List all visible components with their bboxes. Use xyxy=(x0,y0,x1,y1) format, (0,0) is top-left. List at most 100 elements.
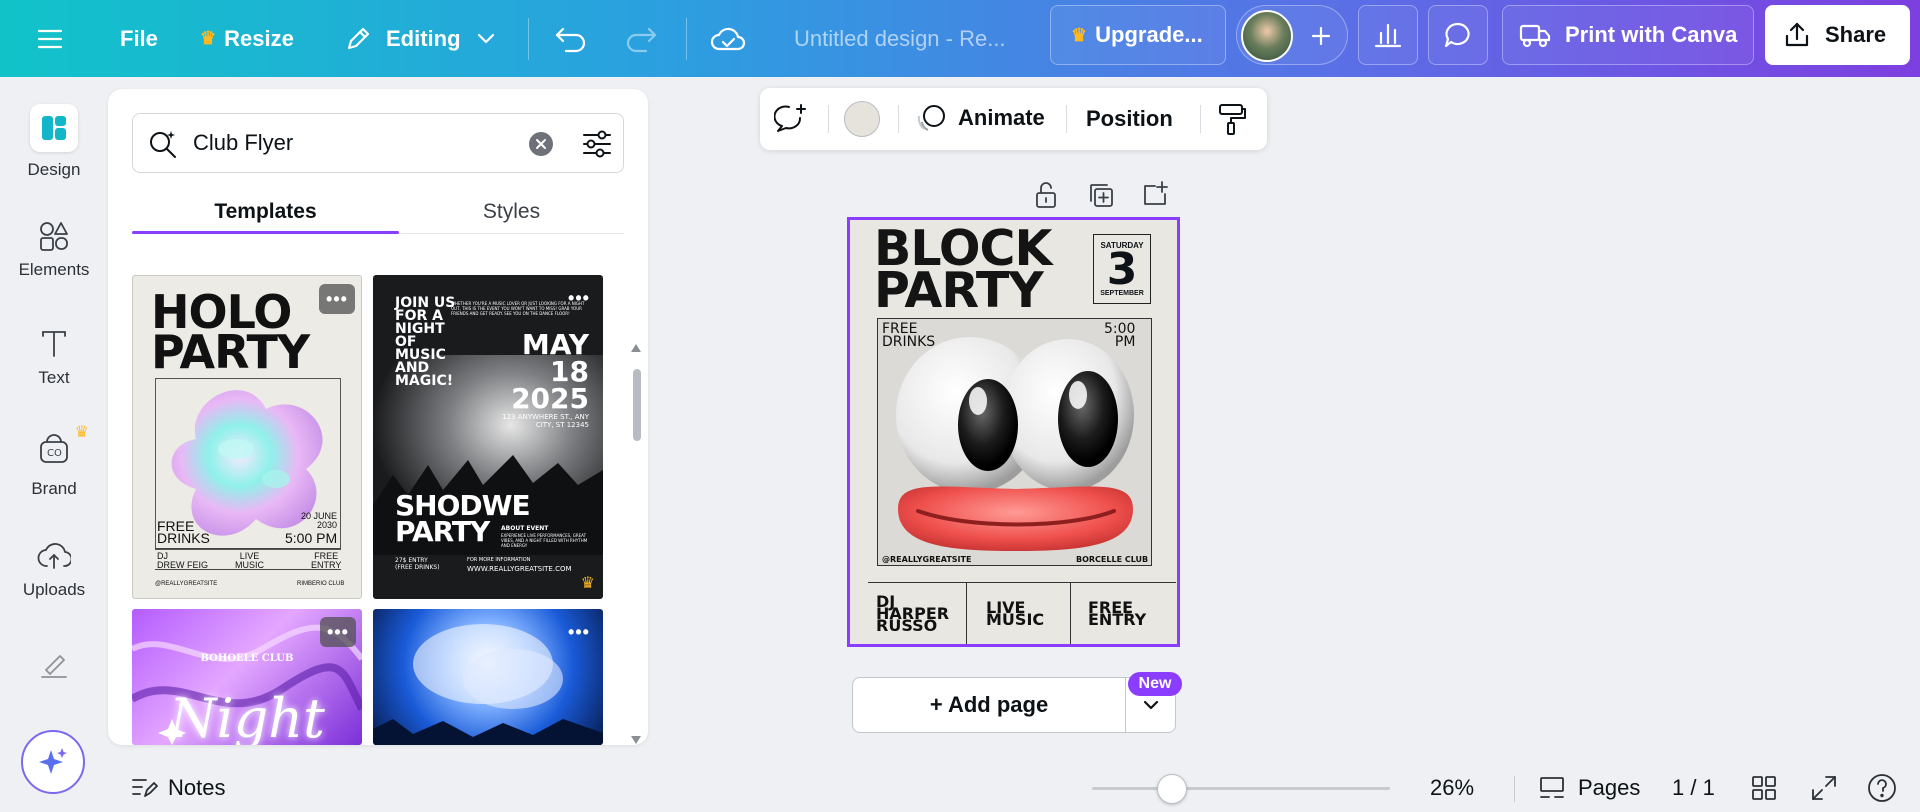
shapes-icon xyxy=(40,222,68,251)
duplicate-page-button[interactable] xyxy=(1087,181,1115,214)
filter-button[interactable] xyxy=(581,128,613,165)
rail-label: Brand xyxy=(31,479,77,498)
comment-plus-icon xyxy=(773,104,806,132)
design-image-frame[interactable]: FREE DRINKS 5:00 PM @REALLYGREATSITE BOR… xyxy=(877,318,1152,566)
comment-add-button[interactable] xyxy=(773,102,808,141)
insights-button[interactable] xyxy=(1358,5,1418,65)
editing-mode-button[interactable]: Editing xyxy=(344,0,495,77)
svg-text:CO: CO xyxy=(47,448,62,459)
upload-icon xyxy=(1785,22,1809,47)
new-badge-label: New xyxy=(1138,675,1172,692)
scroll-down-icon[interactable] xyxy=(630,735,642,745)
lock-page-button[interactable] xyxy=(1033,180,1059,215)
resize-button[interactable]: ♛ Resize xyxy=(200,0,294,77)
comments-button[interactable] xyxy=(1428,5,1488,65)
sparkle-icon xyxy=(39,748,67,774)
zoom-slider-handle[interactable] xyxy=(1157,774,1187,804)
template-text: LIVE MUSIC xyxy=(235,551,264,570)
panel-scrollbar[interactable] xyxy=(630,257,642,745)
divider xyxy=(828,105,829,133)
file-menu[interactable]: File xyxy=(120,0,158,77)
rail-uploads[interactable]: Uploads xyxy=(0,540,108,600)
redo-button[interactable] xyxy=(624,0,658,77)
tab-templates[interactable]: Templates xyxy=(132,189,399,235)
scroll-up-icon[interactable] xyxy=(630,343,642,353)
design-page[interactable]: BLOCK PARTY SATURDAY 3 SEPTEMBER FREE DR… xyxy=(847,217,1180,647)
divider xyxy=(1514,776,1515,802)
notes-button[interactable]: Notes xyxy=(130,770,225,806)
animate-button[interactable]: Animate xyxy=(916,102,1045,134)
design-text[interactable]: @REALLYGREATSITE xyxy=(882,553,971,566)
menu-icon[interactable] xyxy=(36,0,64,77)
cloud-save-icon[interactable] xyxy=(710,0,746,77)
add-page-icon-button[interactable] xyxy=(1141,180,1169,213)
design-footer-row: DJ HARPER RUSSO LIVE MUSIC FREE ENTRY xyxy=(868,582,1176,644)
tab-styles[interactable]: Styles xyxy=(399,189,624,235)
scroll-thumb[interactable] xyxy=(633,369,641,441)
fullscreen-button[interactable] xyxy=(1810,770,1838,806)
more-options-button[interactable]: ••• xyxy=(561,283,597,313)
template-card[interactable]: ••• xyxy=(373,609,603,745)
design-text[interactable]: BORCELLE CLUB xyxy=(1076,553,1148,566)
design-text[interactable]: LIVE MUSIC xyxy=(986,583,1076,644)
more-options-button[interactable]: ••• xyxy=(561,617,597,647)
share-button[interactable]: Share xyxy=(1765,5,1910,65)
resize-label: Resize xyxy=(224,25,294,51)
pages-button[interactable]: Pages xyxy=(1538,770,1640,806)
unlock-icon xyxy=(1036,182,1056,208)
color-swatch-button[interactable] xyxy=(844,101,880,137)
add-page-button[interactable]: + Add page xyxy=(852,677,1126,733)
tab-label: Templates xyxy=(214,200,317,223)
template-text: 20 JUNE 2030 xyxy=(301,511,338,530)
more-options-button[interactable]: ••• xyxy=(320,617,356,647)
add-page-icon xyxy=(1144,181,1168,205)
more-options-button[interactable]: ••• xyxy=(319,284,355,314)
template-card[interactable]: JOIN US FOR A NIGHT OF MUSIC AND MAGIC! … xyxy=(373,275,603,599)
template-card[interactable]: BOHOELE CLUB Night ••• xyxy=(132,609,362,745)
upgrade-button[interactable]: ♛ Upgrade... xyxy=(1050,5,1226,65)
divider xyxy=(1070,583,1071,644)
search-bar: Club Flyer xyxy=(132,113,624,173)
avatar[interactable] xyxy=(1241,10,1293,62)
date-box[interactable]: SATURDAY 3 SEPTEMBER xyxy=(1093,234,1151,304)
clear-search-button[interactable] xyxy=(529,132,553,156)
document-title[interactable]: Untitled design - Re... xyxy=(794,0,1006,77)
magic-assistant-button[interactable] xyxy=(21,730,85,794)
rail-text[interactable]: Text xyxy=(0,328,108,388)
design-title[interactable]: BLOCK PARTY xyxy=(874,224,1052,315)
paint-roller-icon xyxy=(1219,104,1246,135)
zoom-level[interactable]: 26% xyxy=(1430,770,1474,806)
design-text[interactable]: DJ HARPER RUSSO xyxy=(876,583,964,644)
chevron-down-icon xyxy=(477,33,494,43)
undo-button[interactable] xyxy=(554,0,588,77)
rail-brand[interactable]: CO ♛ Brand xyxy=(0,424,108,499)
rail-label: Uploads xyxy=(22,580,86,599)
design-text[interactable]: 5:00 PM xyxy=(1104,322,1135,349)
position-button[interactable]: Position xyxy=(1086,106,1173,132)
template-text: DJ DREW FEIG xyxy=(157,551,208,570)
page-count: 1 / 1 xyxy=(1672,770,1715,806)
rail-elements[interactable]: Elements xyxy=(0,220,108,280)
invite-button[interactable] xyxy=(1301,16,1341,56)
grid-view-button[interactable] xyxy=(1750,770,1778,806)
zoom-slider[interactable] xyxy=(1092,787,1390,790)
template-text: EXPERIENCE LIVE PERFORMANCES, GREAT VIBE… xyxy=(501,533,588,548)
search-input[interactable]: Club Flyer xyxy=(193,130,293,156)
print-with-canva-button[interactable]: Print with Canva xyxy=(1502,5,1754,65)
design-text[interactable]: FREE ENTRY xyxy=(1088,583,1176,644)
date-number: 3 xyxy=(1106,244,1138,295)
pencil-icon xyxy=(347,27,370,49)
help-button[interactable] xyxy=(1866,770,1898,806)
text-icon xyxy=(42,331,66,357)
chevron-down-icon xyxy=(1143,700,1158,710)
undo-icon xyxy=(555,27,586,52)
bar-chart-icon xyxy=(1374,23,1402,48)
rail-draw[interactable] xyxy=(0,650,108,680)
copy-style-button[interactable] xyxy=(1216,102,1248,141)
template-text: RIMBERIO CLUB xyxy=(297,581,345,587)
animate-label: Animate xyxy=(958,105,1045,130)
template-card[interactable]: HOLO PARTY FREE DRINKS 20 JUNE 2030 5:00… xyxy=(132,275,362,599)
design-text[interactable]: FREE DRINKS xyxy=(882,322,935,349)
rail-design[interactable]: Design xyxy=(0,104,108,180)
template-text: @REALLYGREATSITE xyxy=(155,581,218,587)
